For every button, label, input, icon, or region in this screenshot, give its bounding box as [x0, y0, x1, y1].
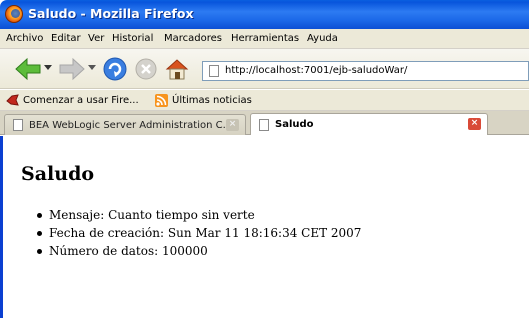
- page-content: Saludo Mensaje: Cuanto tiempo sin verte …: [0, 136, 529, 318]
- bookmark-label: Últimas noticias: [172, 95, 252, 106]
- menu-historial[interactable]: Historial: [112, 33, 153, 44]
- tab-saludo[interactable]: Saludo ×: [250, 113, 488, 135]
- bookmarks-toolbar: Comenzar a usar Fire... Últimas noticias: [0, 90, 529, 111]
- menu-editar[interactable]: Editar: [51, 33, 81, 44]
- info-list: Mensaje: Cuanto tiempo sin verte Fecha d…: [35, 206, 361, 260]
- tab-label: BEA WebLogic Server Administration C...: [29, 119, 233, 131]
- page-icon: [209, 65, 219, 77]
- list-item-fecha: Fecha de creación: Sun Mar 11 18:16:34 C…: [35, 224, 361, 242]
- reload-icon[interactable]: [102, 56, 128, 82]
- list-item-mensaje: Mensaje: Cuanto tiempo sin verte: [35, 206, 361, 224]
- address-bar[interactable]: http://localhost:7001/ejb-saludoWar/: [202, 61, 529, 81]
- menu-marcadores[interactable]: Marcadores: [164, 33, 222, 44]
- menu-bar: Archivo Editar Ver Historial Marcadores …: [0, 29, 529, 49]
- url-text: http://localhost:7001/ejb-saludoWar/: [225, 65, 408, 76]
- bookmark-latest-news[interactable]: Últimas noticias: [155, 94, 252, 107]
- menu-archivo[interactable]: Archivo: [6, 33, 43, 44]
- stop-icon[interactable]: [134, 57, 158, 81]
- firefox-icon: [5, 5, 23, 23]
- forward-history-chevron-icon[interactable]: [88, 65, 96, 71]
- bookmark-label: Comenzar a usar Fire...: [23, 94, 139, 106]
- tab-strip: BEA WebLogic Server Administration C... …: [0, 111, 529, 135]
- firefox-bookmark-icon: [6, 94, 19, 106]
- navigation-toolbar: http://localhost:7001/ejb-saludoWar/: [0, 49, 529, 89]
- page-heading: Saludo: [21, 163, 95, 185]
- list-item-numero: Número de datos: 100000: [35, 242, 361, 260]
- forward-arrow-icon[interactable]: [58, 57, 86, 81]
- menu-herramientas[interactable]: Herramientas: [231, 33, 299, 44]
- page-icon: [259, 118, 269, 131]
- back-history-chevron-icon[interactable]: [44, 65, 52, 71]
- rss-feed-icon: [155, 94, 168, 107]
- bookmark-getting-started[interactable]: Comenzar a usar Fire...: [6, 94, 139, 106]
- window-titlebar[interactable]: Saludo - Mozilla Firefox: [0, 0, 529, 29]
- back-arrow-icon[interactable]: [14, 57, 42, 81]
- window-title: Saludo - Mozilla Firefox: [28, 6, 194, 21]
- close-tab-icon[interactable]: ×: [468, 118, 481, 130]
- close-tab-icon[interactable]: ×: [226, 119, 239, 131]
- menu-ver[interactable]: Ver: [88, 33, 104, 44]
- tab-weblogic-admin[interactable]: BEA WebLogic Server Administration C... …: [4, 114, 246, 135]
- page-icon: [13, 119, 23, 131]
- tab-label: Saludo: [275, 119, 314, 130]
- home-icon[interactable]: [164, 56, 190, 82]
- menu-ayuda[interactable]: Ayuda: [307, 33, 338, 44]
